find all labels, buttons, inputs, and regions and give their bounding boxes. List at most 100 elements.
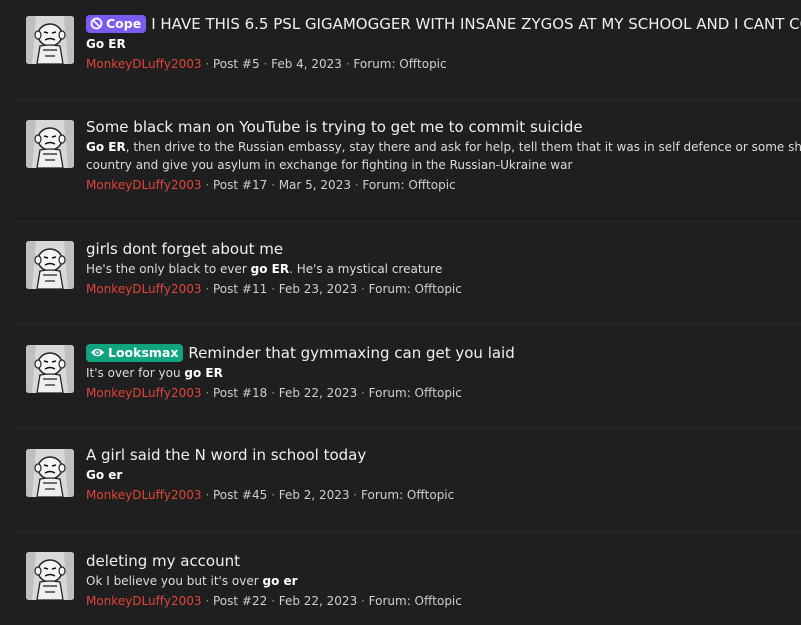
result-title-link[interactable]: Cope I HAVE THIS 6.5 PSL GIGAMOGGER WITH … bbox=[86, 14, 801, 34]
post-number-link[interactable]: Post #11 bbox=[213, 282, 267, 296]
author-link[interactable]: MonkeyDLuffy2003 bbox=[86, 282, 202, 296]
search-results-list: Cope I HAVE THIS 6.5 PSL GIGAMOGGER WITH … bbox=[0, 0, 801, 625]
meta-separator: · bbox=[267, 178, 279, 192]
result-title-text: I HAVE THIS 6.5 PSL GIGAMOGGER WITH INSA… bbox=[151, 15, 801, 33]
snippet-highlight: go ER bbox=[250, 262, 290, 276]
snippet-line: Go ER bbox=[86, 35, 801, 53]
meta-separator: · bbox=[267, 488, 279, 502]
meta-separator: · bbox=[349, 488, 362, 502]
snippet-highlight: go er bbox=[262, 574, 298, 588]
author-link[interactable]: MonkeyDLuffy2003 bbox=[86, 386, 202, 400]
avatar[interactable] bbox=[26, 241, 74, 289]
author-link[interactable]: MonkeyDLuffy2003 bbox=[86, 57, 202, 71]
meta-separator: · bbox=[341, 57, 354, 71]
post-number-link[interactable]: Post #17 bbox=[213, 178, 267, 192]
result-meta: MonkeyDLuffy2003 · Post #22 · Feb 22, 20… bbox=[86, 592, 801, 611]
search-result-row: A girl said the N word in school today Go… bbox=[15, 429, 801, 533]
avatar[interactable] bbox=[26, 120, 74, 168]
snippet-line: Ok I believe you but it's over go er bbox=[86, 572, 801, 590]
meta-separator: · bbox=[201, 178, 213, 192]
result-snippet: Ok I believe you but it's over go er bbox=[86, 572, 801, 590]
snippet-text: He's the only black to ever bbox=[86, 262, 251, 276]
result-snippet: Go er bbox=[86, 466, 801, 484]
meta-separator: · bbox=[201, 57, 213, 71]
snippet-line: Go ER, then drive to the Russian embassy… bbox=[86, 138, 801, 156]
snippet-line: He's the only black to ever go ER. He's … bbox=[86, 260, 801, 278]
snippet-highlight: Go ER bbox=[86, 140, 126, 154]
forum-link[interactable]: Forum: Offtopic bbox=[362, 178, 455, 192]
result-title-link[interactable]: Some black man on YouTube is trying to g… bbox=[86, 117, 801, 137]
post-number-link[interactable]: Post #5 bbox=[213, 57, 260, 71]
result-title-text: Reminder that gymmaxing can get you laid bbox=[188, 344, 515, 362]
result-snippet: He's the only black to ever go ER. He's … bbox=[86, 260, 801, 278]
meta-separator: · bbox=[267, 594, 279, 608]
meta-separator: · bbox=[201, 282, 213, 296]
author-link[interactable]: MonkeyDLuffy2003 bbox=[86, 488, 202, 502]
result-title-link[interactable]: Looksmax Reminder that gymmaxing can get … bbox=[86, 343, 801, 363]
search-result-row: girls dont forget about me He's the only … bbox=[15, 222, 801, 325]
post-date: Mar 5, 2023 bbox=[278, 178, 351, 192]
looksmax-prefix-badge[interactable]: Looksmax bbox=[86, 344, 184, 362]
eye-icon bbox=[91, 348, 104, 357]
post-date: Feb 4, 2023 bbox=[271, 57, 342, 71]
meta-separator: · bbox=[350, 178, 363, 192]
avatar[interactable] bbox=[26, 449, 74, 497]
meta-separator: · bbox=[357, 282, 369, 296]
snippet-line: Go er bbox=[86, 466, 801, 484]
snippet-text: It's over for you bbox=[86, 366, 185, 380]
result-title-link[interactable]: deleting my account bbox=[86, 551, 801, 571]
post-date: Feb 22, 2023 bbox=[278, 386, 358, 400]
snippet-line: country and give you asylum in exchange … bbox=[86, 156, 801, 174]
result-title-text: Some black man on YouTube is trying to g… bbox=[86, 118, 583, 136]
snippet-text: . He's a mystical creature bbox=[289, 262, 443, 276]
post-number-link[interactable]: Post #18 bbox=[213, 386, 267, 400]
result-meta: MonkeyDLuffy2003 · Post #17 · Mar 5, 202… bbox=[86, 176, 801, 195]
author-link[interactable]: MonkeyDLuffy2003 bbox=[86, 594, 202, 608]
snippet-highlight: Go ER bbox=[86, 37, 126, 51]
snippet-line: It's over for you go ER bbox=[86, 364, 801, 382]
post-date: Feb 2, 2023 bbox=[278, 488, 350, 502]
result-title-text: deleting my account bbox=[86, 552, 241, 570]
forum-link[interactable]: Forum: Offtopic bbox=[369, 386, 462, 400]
avatar[interactable] bbox=[26, 345, 74, 393]
post-number-link[interactable]: Post #45 bbox=[213, 488, 267, 502]
snippet-text: Ok I believe you but it's over bbox=[86, 574, 263, 588]
cope-prefix-badge[interactable]: Cope bbox=[86, 15, 147, 33]
search-result-row: Some black man on YouTube is trying to g… bbox=[15, 100, 801, 222]
avatar[interactable] bbox=[26, 552, 74, 600]
badge-label: Cope bbox=[106, 16, 142, 31]
snippet-text: country and give you asylum in exchange … bbox=[86, 158, 573, 172]
result-meta: MonkeyDLuffy2003 · Post #45 · Feb 2, 202… bbox=[86, 486, 801, 505]
forum-link[interactable]: Forum: Offtopic bbox=[361, 488, 454, 502]
meta-separator: · bbox=[267, 386, 279, 400]
result-snippet: It's over for you go ER bbox=[86, 364, 801, 382]
ban-icon bbox=[90, 17, 103, 30]
result-title-text: girls dont forget about me bbox=[86, 240, 284, 258]
result-title-link[interactable]: girls dont forget about me bbox=[86, 239, 801, 259]
search-result-row: Looksmax Reminder that gymmaxing can get … bbox=[15, 325, 801, 429]
post-number-link[interactable]: Post #22 bbox=[213, 594, 267, 608]
meta-separator: · bbox=[259, 57, 272, 71]
forum-link[interactable]: Forum: Offtopic bbox=[369, 282, 462, 296]
meta-separator: · bbox=[267, 282, 279, 296]
author-link[interactable]: MonkeyDLuffy2003 bbox=[86, 178, 202, 192]
meta-separator: · bbox=[357, 386, 369, 400]
search-result-row: Cope I HAVE THIS 6.5 PSL GIGAMOGGER WITH … bbox=[15, 0, 801, 100]
badge-label: Looksmax bbox=[108, 345, 179, 360]
meta-separator: · bbox=[201, 488, 213, 502]
result-title-link[interactable]: A girl said the N word in school today bbox=[86, 445, 801, 465]
result-meta: MonkeyDLuffy2003 · Post #5 · Feb 4, 2023… bbox=[86, 55, 801, 74]
search-result-row: deleting my account Ok I believe you but … bbox=[15, 533, 801, 625]
avatar[interactable] bbox=[26, 16, 74, 64]
meta-separator: · bbox=[357, 594, 369, 608]
meta-separator: · bbox=[201, 594, 213, 608]
snippet-highlight: go ER bbox=[184, 366, 223, 380]
meta-separator: · bbox=[201, 386, 213, 400]
forum-link[interactable]: Forum: Offtopic bbox=[369, 594, 462, 608]
snippet-text: , then drive to the Russian embassy, sta… bbox=[125, 140, 801, 154]
result-snippet: Go ER, then drive to the Russian embassy… bbox=[86, 138, 801, 174]
result-meta: MonkeyDLuffy2003 · Post #18 · Feb 22, 20… bbox=[86, 384, 801, 403]
post-date: Feb 23, 2023 bbox=[278, 282, 358, 296]
result-title-text: A girl said the N word in school today bbox=[86, 446, 367, 464]
forum-link[interactable]: Forum: Offtopic bbox=[353, 57, 446, 71]
